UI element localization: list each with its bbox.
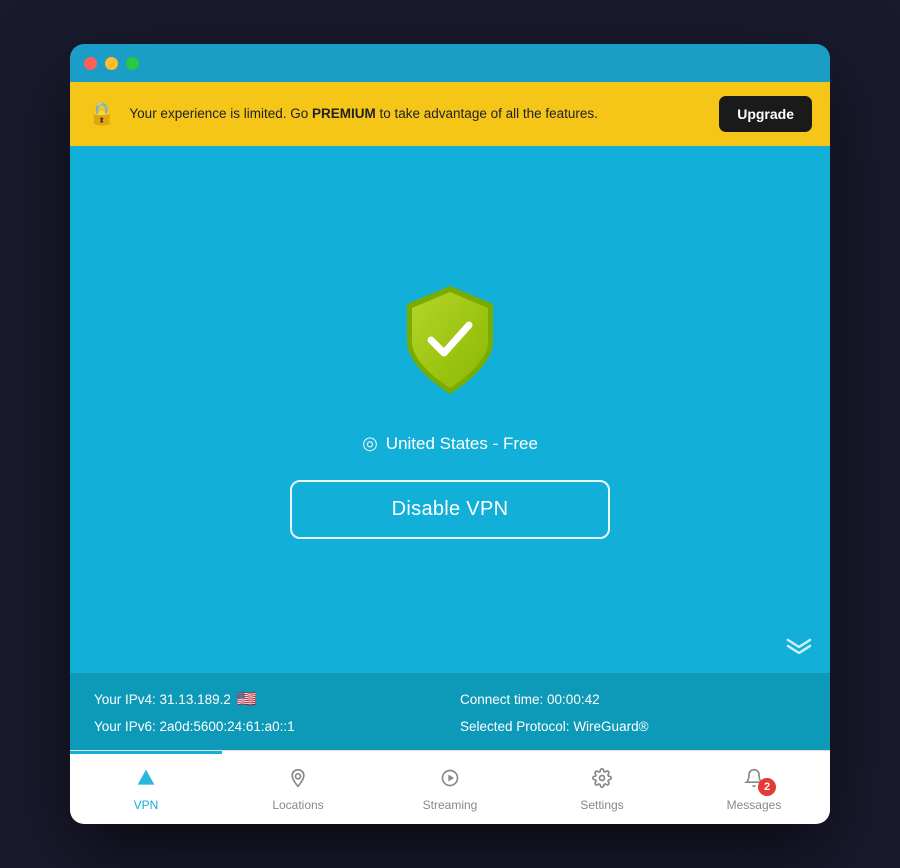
nav-item-messages[interactable]: 2 Messages <box>678 751 830 824</box>
maximize-button[interactable] <box>126 57 139 70</box>
connect-time-label: Connect time: 00:00:42 <box>460 692 600 707</box>
nav-item-vpn[interactable]: VPN <box>70 751 222 824</box>
messages-badge: 2 <box>758 778 776 796</box>
upgrade-banner: 🔒 Your experience is limited. Go PREMIUM… <box>70 82 830 146</box>
close-button[interactable] <box>84 57 97 70</box>
us-flag-icon: 🇺🇸 <box>237 689 257 709</box>
banner-after-text: to take advantage of all the features. <box>376 106 598 121</box>
traffic-lights <box>84 57 139 70</box>
location-pin-icon: ◎ <box>362 433 378 454</box>
nav-label-locations: Locations <box>272 798 323 812</box>
ipv6-info: Your IPv6: 2a0d:5600:24:61:a0::1 <box>94 719 440 734</box>
app-window: 🔒 Your experience is limited. Go PREMIUM… <box>70 44 830 824</box>
ipv4-label: Your IPv4: 31.13.189.2 <box>94 692 231 707</box>
title-bar <box>70 44 830 82</box>
protocol-label: Selected Protocol: WireGuard® <box>460 719 649 734</box>
messages-icon: 2 <box>744 768 764 793</box>
nav-item-locations[interactable]: Locations <box>222 751 374 824</box>
connect-time-info: Connect time: 00:00:42 <box>460 689 806 709</box>
chevron-down-icon[interactable] <box>786 638 812 659</box>
minimize-button[interactable] <box>105 57 118 70</box>
nav-label-messages: Messages <box>727 798 782 812</box>
shield-icon <box>395 280 505 400</box>
location-label: United States - Free <box>386 434 538 454</box>
vpn-icon <box>136 768 156 793</box>
banner-normal-text: Your experience is limited. Go <box>129 106 312 121</box>
banner-text: Your experience is limited. Go PREMIUM t… <box>129 105 705 124</box>
upgrade-button[interactable]: Upgrade <box>719 96 812 132</box>
nav-label-streaming: Streaming <box>423 798 478 812</box>
bottom-nav: VPN Locations Streaming <box>70 750 830 824</box>
banner-bold-text: PREMIUM <box>312 106 376 121</box>
locations-icon <box>288 768 308 793</box>
streaming-icon <box>440 768 460 793</box>
location-row: ◎ United States - Free <box>362 433 538 454</box>
settings-icon <box>592 768 612 793</box>
nav-item-streaming[interactable]: Streaming <box>374 751 526 824</box>
nav-label-settings: Settings <box>580 798 623 812</box>
disable-vpn-button[interactable]: Disable VPN <box>290 480 611 539</box>
nav-item-settings[interactable]: Settings <box>526 751 678 824</box>
main-content: ◎ United States - Free Disable VPN <box>70 146 830 673</box>
info-bar: Your IPv4: 31.13.189.2 🇺🇸 Connect time: … <box>70 673 830 750</box>
nav-label-vpn: VPN <box>134 798 159 812</box>
shield-container <box>395 280 505 405</box>
lock-icon: 🔒 <box>88 101 115 127</box>
protocol-info: Selected Protocol: WireGuard® <box>460 719 806 734</box>
ipv4-info: Your IPv4: 31.13.189.2 🇺🇸 <box>94 689 440 709</box>
ipv6-label: Your IPv6: 2a0d:5600:24:61:a0::1 <box>94 719 295 734</box>
